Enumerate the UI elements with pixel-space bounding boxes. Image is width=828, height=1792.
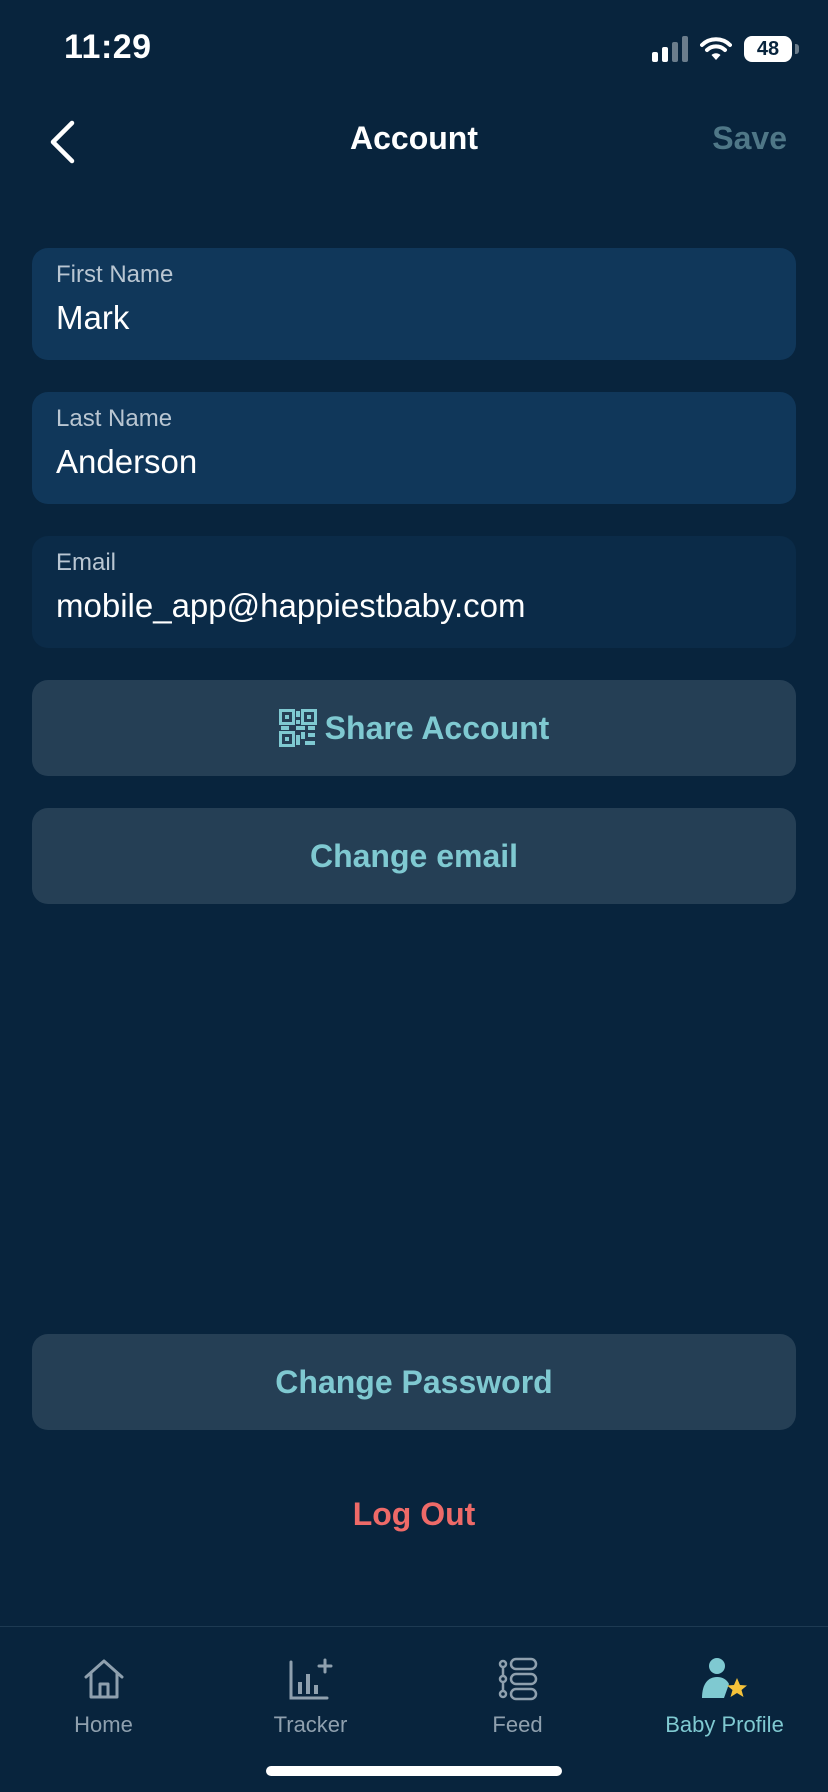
change-email-button[interactable]: Change email [32, 808, 796, 904]
tracker-chart-icon [289, 1658, 332, 1700]
last-name-label: Last Name [56, 405, 173, 432]
qr-code-icon [278, 709, 317, 747]
first-name-input[interactable] [56, 298, 772, 338]
first-name-field[interactable]: First Name [32, 248, 796, 360]
tab-feed[interactable]: Feed [414, 1655, 621, 1739]
battery-icon: 48 [744, 36, 799, 62]
account-screen: 11:29 48 Account Save First Name Mark La… [0, 0, 828, 1792]
last-name-input[interactable] [56, 442, 772, 482]
tab-tracker[interactable]: Tracker [207, 1655, 414, 1739]
wifi-icon [700, 36, 732, 62]
tab-home-label: Home [74, 1712, 133, 1737]
feed-list-icon [498, 1657, 537, 1701]
change-password-label: Change Password [275, 1363, 553, 1400]
tab-feed-label: Feed [492, 1712, 543, 1737]
page-title: Account [350, 120, 478, 156]
tab-baby-profile[interactable]: Baby Profile [621, 1655, 828, 1739]
email-field: Email mobile_app@happiestbaby.com [32, 536, 796, 648]
change-email-label: Change email [309, 837, 519, 874]
change-password-button[interactable]: Change Password [32, 1334, 796, 1430]
share-account-label: Share Account [324, 709, 550, 746]
log-out-button[interactable]: Log Out [0, 1496, 828, 1533]
tab-home[interactable]: Home [0, 1655, 207, 1739]
baby-profile-icon [701, 1658, 747, 1698]
tab-baby-profile-label: Baby Profile [665, 1712, 784, 1737]
status-time: 11:29 [64, 28, 152, 66]
cellular-signal-icon [652, 36, 688, 62]
email-value: mobile_app@happiestbaby.com [56, 587, 526, 624]
save-button[interactable]: Save [712, 120, 787, 157]
status-icons: 48 [652, 34, 799, 64]
share-account-button[interactable]: Share Account [32, 680, 796, 776]
tab-tracker-label: Tracker [273, 1712, 348, 1737]
first-name-label: First Name [56, 261, 174, 288]
home-indicator [266, 1766, 562, 1776]
home-icon [84, 1659, 123, 1699]
status-bar: 11:29 48 [0, 0, 828, 100]
email-label: Email [56, 549, 117, 576]
navigation-bar: Account Save [0, 100, 828, 184]
last-name-field[interactable]: Last Name [32, 392, 796, 504]
